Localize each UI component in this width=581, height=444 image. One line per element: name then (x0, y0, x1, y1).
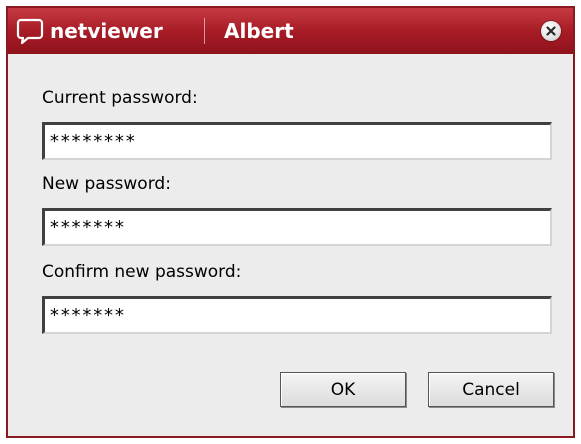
ok-button[interactable]: OK (280, 372, 406, 407)
confirm-password-field[interactable] (42, 296, 552, 334)
close-icon (546, 26, 556, 36)
title-bar[interactable]: netviewer Albert (8, 8, 573, 54)
cancel-button[interactable]: Cancel (428, 372, 554, 407)
current-password-field[interactable] (42, 122, 552, 160)
netviewer-logo: netviewer (16, 17, 163, 45)
brand-name: netviewer (50, 19, 163, 43)
close-button[interactable] (541, 21, 561, 41)
window-title: Albert (224, 19, 294, 43)
speech-bubble-icon (16, 18, 44, 45)
new-password-label: New password: (42, 174, 171, 194)
confirm-password-label: Confirm new password: (42, 262, 242, 282)
new-password-field[interactable] (42, 208, 552, 246)
title-separator (204, 18, 205, 44)
current-password-label: Current password: (42, 88, 198, 108)
password-dialog: netviewer Albert Current password: New p… (6, 6, 575, 438)
